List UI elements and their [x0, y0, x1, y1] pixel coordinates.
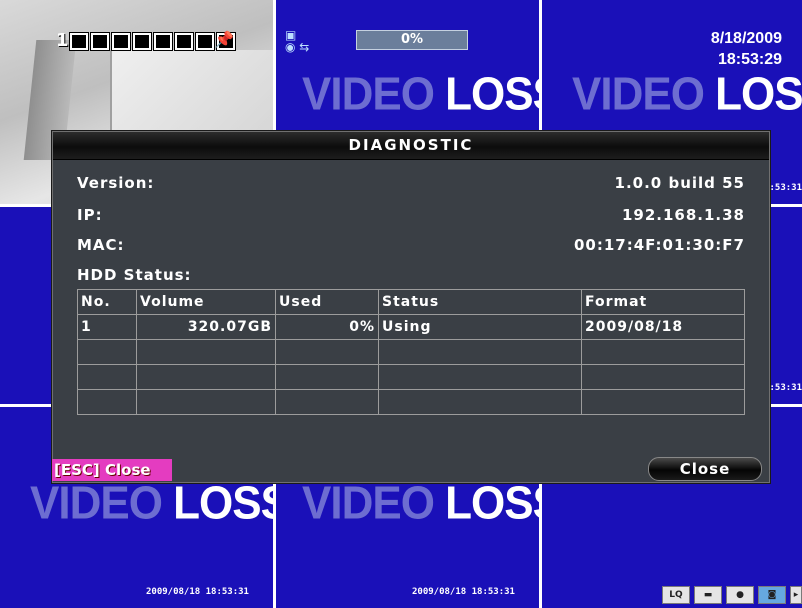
hdd-table: No. Volume Used Status Format 1 320.07GB… [77, 289, 745, 415]
mac-value: 00:17:4F:01:30:F7 [573, 236, 745, 254]
table-row [77, 339, 745, 365]
cell-volume: 320.07GB [136, 314, 276, 340]
dialog-title: DIAGNOSTIC [53, 132, 769, 160]
cell-format: 2009/08/18 [581, 314, 745, 340]
backup-progress: 0% [356, 30, 468, 50]
ip-label: IP: [77, 206, 103, 224]
usb-icon: ▣ ◉ ⇆ [285, 28, 310, 54]
timestamp: :53:31 [769, 183, 802, 193]
monitor-icon[interactable]: ▬ [694, 586, 722, 604]
close-button[interactable]: Close [648, 457, 762, 481]
version-value: 1.0.0 build 55 [614, 174, 745, 192]
diagnostic-dialog: DIAGNOSTIC Version: 1.0.0 build 55 IP: 1… [52, 131, 770, 483]
table-row [77, 364, 745, 390]
timestamp: :53:31 [769, 383, 802, 393]
mac-label: MAC: [77, 236, 125, 254]
hdd-status-label: HDD Status: [77, 266, 192, 284]
col-volume: Volume [136, 289, 276, 315]
video-loss-label: VIDEO LOSS [302, 68, 539, 121]
lq-button[interactable]: LQ [662, 586, 690, 604]
cell-status: Using [378, 314, 582, 340]
table-row [77, 389, 745, 415]
video-loss-label: VIDEO LOSS [30, 477, 273, 530]
datetime-display: 8/18/2009 18:53:29 [711, 28, 782, 70]
record-icon[interactable]: ● [726, 586, 754, 604]
col-no: No. [77, 289, 137, 315]
esc-close-hint[interactable]: [ESC] Close [52, 459, 172, 481]
video-loss-label: VIDEO LOSS [572, 68, 802, 121]
video-loss-label: VIDEO LOSS [302, 477, 539, 530]
table-row[interactable]: 1 320.07GB 0% Using 2009/08/18 [77, 314, 745, 340]
camera-icon[interactable]: ◙ [758, 586, 786, 604]
camera-number: 1 [56, 30, 69, 51]
table-header: No. Volume Used Status Format [77, 289, 745, 315]
time-text: 18:53:29 [717, 51, 782, 68]
status-toolbar: LQ ▬ ● ◙ ▸ [662, 586, 802, 604]
date-text: 8/18/2009 [710, 30, 782, 47]
timestamp: 2009/08/18 18:53:31 [412, 587, 515, 597]
channel-indicators [70, 33, 235, 50]
cell-no: 1 [77, 314, 137, 340]
version-label: Version: [77, 174, 155, 192]
pin-icon: 📌 [214, 30, 234, 49]
col-used: Used [275, 289, 379, 315]
timestamp: 2009/08/18 18:53:31 [146, 587, 249, 597]
cell-used: 0% [275, 314, 379, 340]
col-format: Format [581, 289, 745, 315]
col-status: Status [378, 289, 582, 315]
more-icon[interactable]: ▸ [790, 586, 802, 604]
ip-value: 192.168.1.38 [621, 206, 745, 224]
